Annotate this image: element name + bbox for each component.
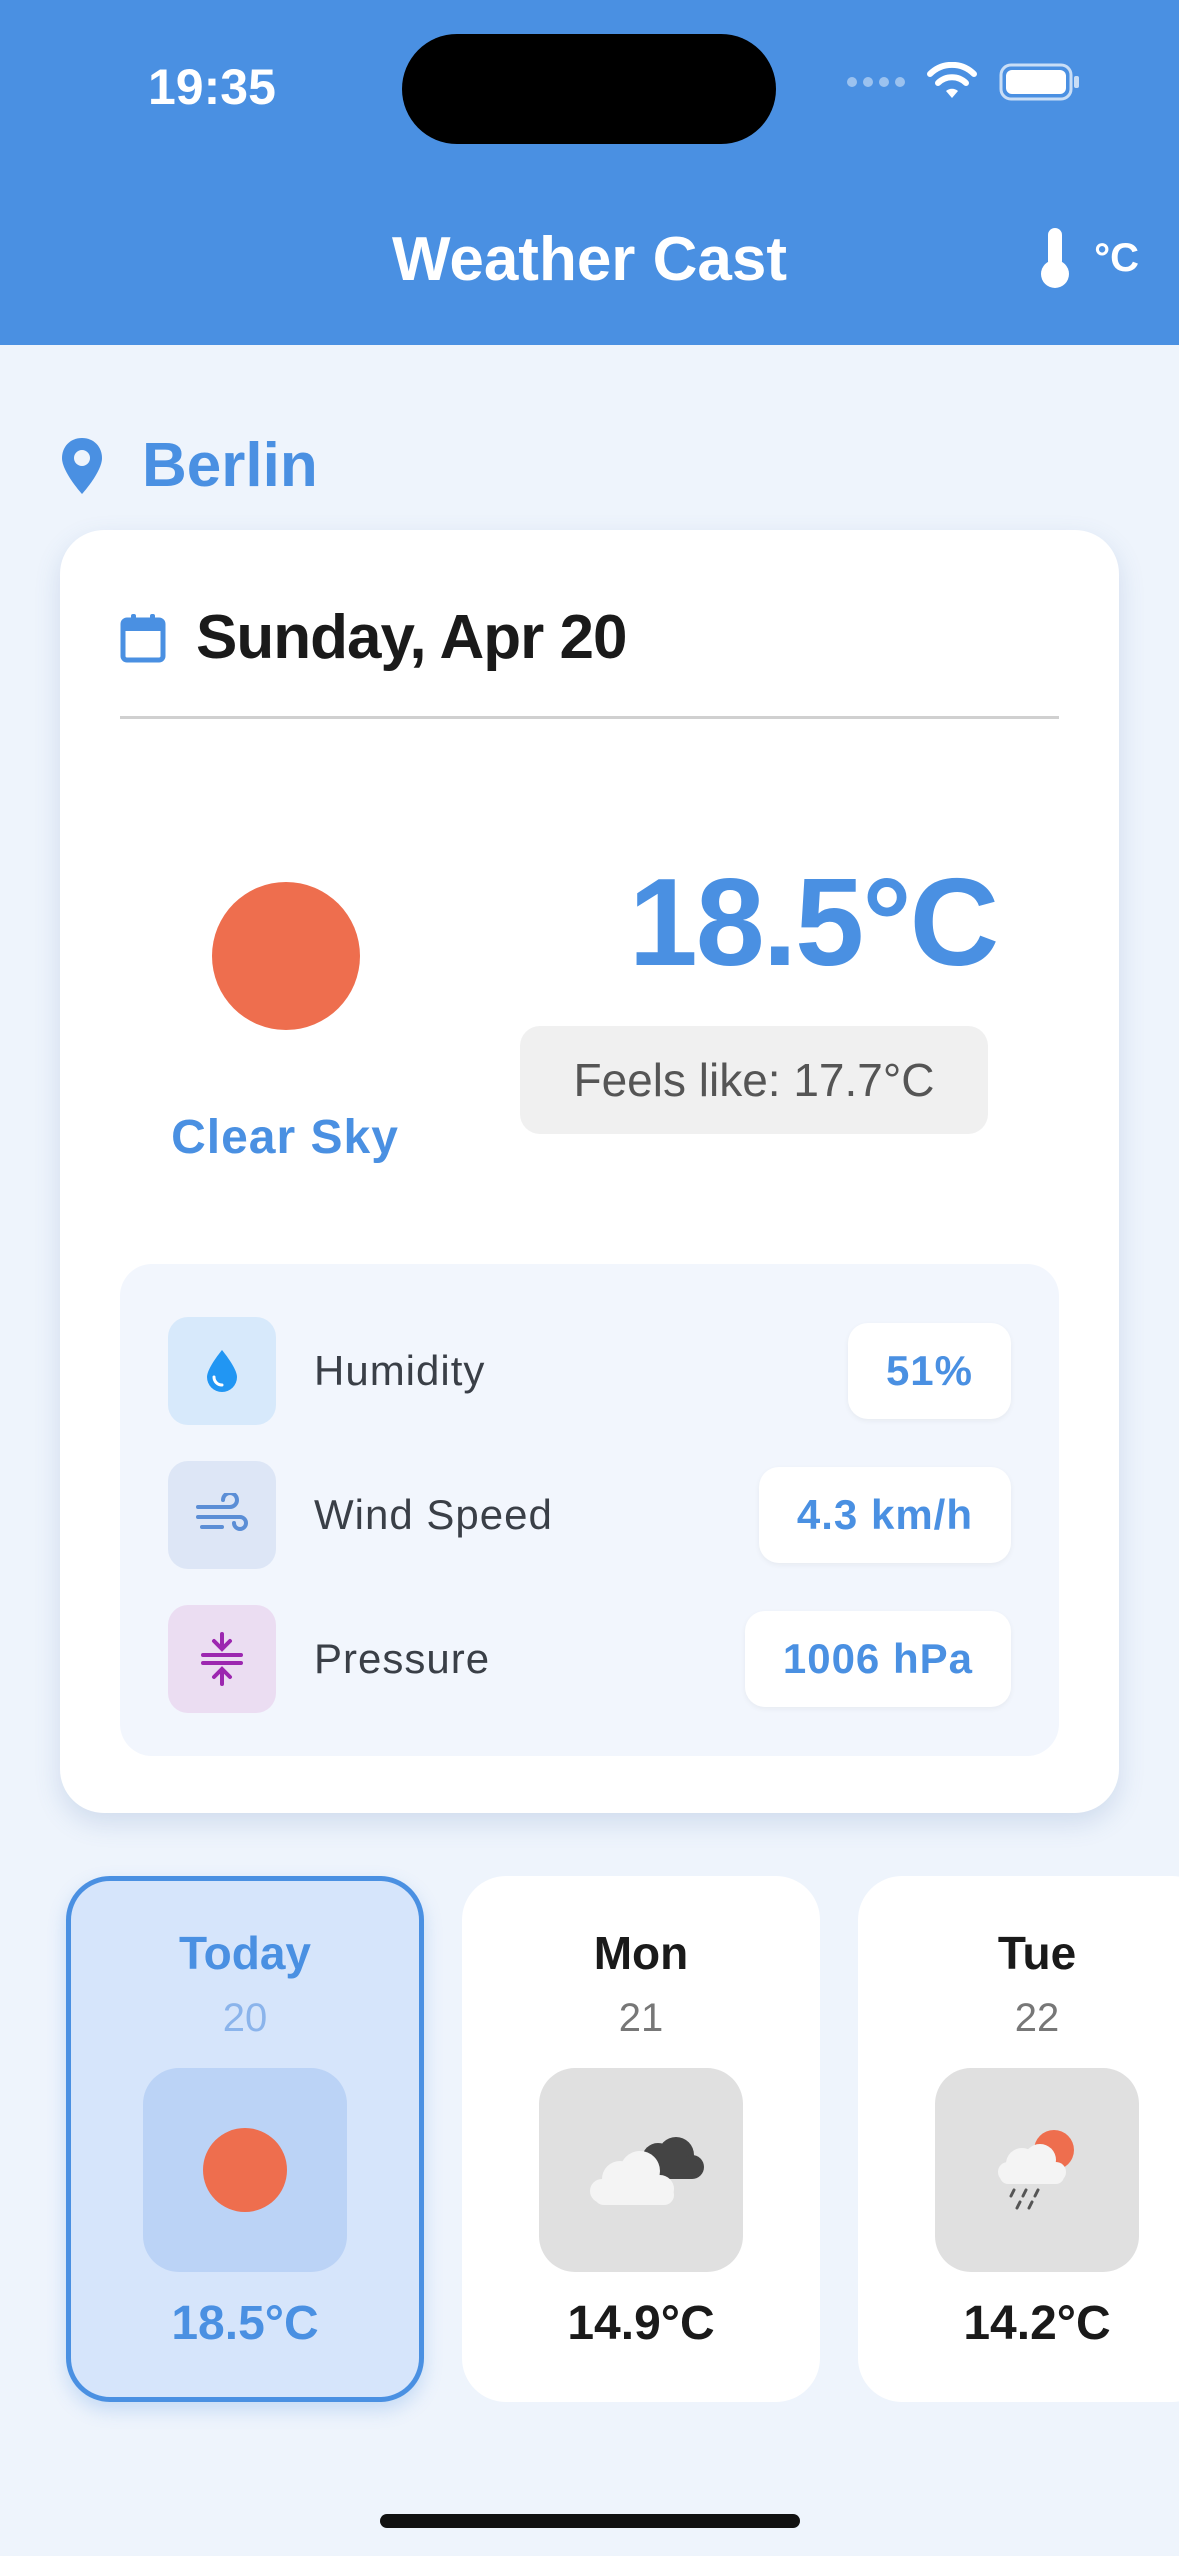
compress-icon bbox=[168, 1605, 276, 1713]
location-row[interactable]: Berlin bbox=[60, 430, 318, 501]
stat-value: 51% bbox=[847, 1323, 1011, 1419]
water-drop-icon bbox=[168, 1317, 276, 1425]
stat-row-wind: Wind Speed 4.3 km/h bbox=[168, 1460, 1011, 1570]
unit-label: °C bbox=[1094, 235, 1139, 280]
stat-value: 4.3 km/h bbox=[758, 1467, 1011, 1563]
forecast-icon-box bbox=[143, 2068, 347, 2272]
dynamic-island bbox=[402, 34, 776, 144]
battery-icon bbox=[999, 63, 1079, 101]
current-temperature: 18.5°C bbox=[628, 854, 999, 992]
forecast-day-name: Today bbox=[178, 1927, 312, 1979]
forecast-temp: 14.2°C bbox=[963, 2297, 1111, 2350]
forecast-icon-box bbox=[935, 2068, 1139, 2272]
home-indicator[interactable] bbox=[380, 2514, 800, 2528]
divider bbox=[120, 716, 1059, 719]
current-date: Sunday, Apr 20 bbox=[196, 603, 627, 672]
app-title: Weather Cast bbox=[391, 225, 788, 294]
status-time: 19:35 bbox=[148, 59, 276, 115]
cellular-signal-icon bbox=[847, 77, 905, 87]
status-icons bbox=[847, 62, 1081, 102]
forecast-temp: 18.5°C bbox=[171, 2297, 319, 2350]
cloudy-icon bbox=[590, 2137, 704, 2205]
unit-toggle-button[interactable]: °C bbox=[1038, 226, 1139, 290]
forecast-day-date: 21 bbox=[618, 1996, 664, 2040]
stat-value: 1006 hPa bbox=[744, 1611, 1011, 1707]
stat-label: Wind Speed bbox=[314, 1491, 553, 1538]
calendar-icon bbox=[120, 613, 166, 662]
weather-stats-panel: Humidity 51% Wind Speed 4.3 km/h Pressur… bbox=[120, 1264, 1059, 1756]
current-weather-card: Sunday, Apr 20 Clear Sky 18.5°C Feels li… bbox=[60, 530, 1119, 1813]
forecast-day-name: Mon bbox=[593, 1927, 689, 1979]
stat-row-humidity: Humidity 51% bbox=[168, 1316, 1011, 1426]
forecast-day-date: 20 bbox=[222, 1996, 268, 2040]
location-name: Berlin bbox=[142, 431, 318, 500]
forecast-day-tue[interactable]: Tue 22 14.2°C bbox=[858, 1876, 1179, 2402]
stat-label: Pressure bbox=[314, 1635, 491, 1682]
forecast-day-mon[interactable]: Mon 21 14.9°C bbox=[462, 1876, 820, 2402]
feels-like-badge: Feels like: 17.7°C bbox=[520, 1026, 988, 1134]
forecast-icon-box bbox=[539, 2068, 743, 2272]
wifi-icon bbox=[927, 62, 977, 98]
stat-row-pressure: Pressure 1006 hPa bbox=[168, 1604, 1011, 1714]
sun-rain-icon bbox=[998, 2130, 1074, 2210]
app-header: 19:35 Weather Cast °C bbox=[0, 0, 1179, 345]
stat-label: Humidity bbox=[314, 1347, 486, 1394]
wind-icon bbox=[168, 1461, 276, 1569]
thermometer-icon bbox=[1041, 228, 1070, 288]
forecast-day-date: 22 bbox=[1014, 1996, 1060, 2040]
sun-icon bbox=[203, 2128, 287, 2212]
forecast-day-today[interactable]: Today 20 18.5°C bbox=[66, 1876, 424, 2402]
weather-condition: Clear Sky bbox=[171, 1111, 399, 1164]
forecast-day-name: Tue bbox=[997, 1927, 1077, 1979]
date-row: Sunday, Apr 20 bbox=[120, 602, 627, 673]
sun-icon bbox=[212, 882, 360, 1030]
forecast-temp: 14.9°C bbox=[567, 2297, 715, 2350]
location-pin-icon bbox=[62, 437, 102, 494]
